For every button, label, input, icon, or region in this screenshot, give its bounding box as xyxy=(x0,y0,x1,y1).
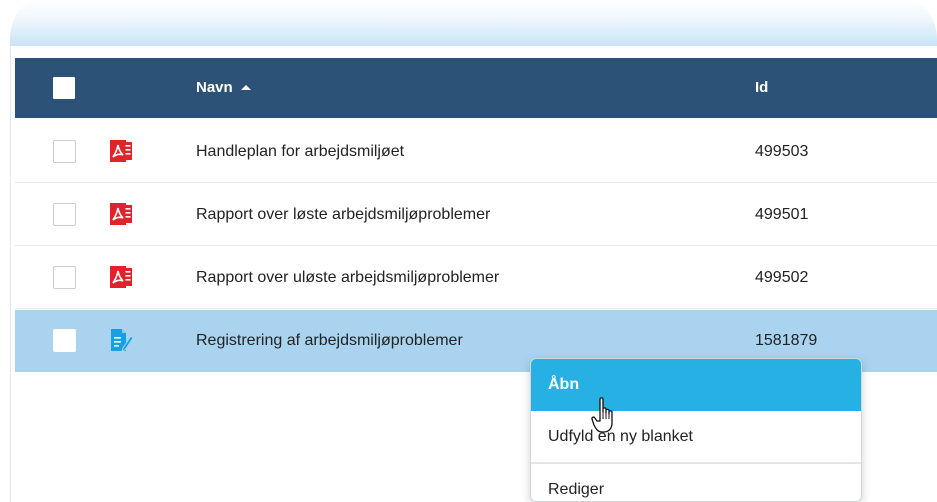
row-checkbox[interactable] xyxy=(53,203,76,226)
document-id: 1581879 xyxy=(755,332,818,349)
document-id: 499502 xyxy=(755,269,809,286)
pdf-file-icon xyxy=(110,266,132,288)
table-row[interactable]: Rapport over løste arbejdsmiljøproblemer… xyxy=(15,184,937,246)
menu-item-fill-new-form[interactable]: Udfyld en ny blanket xyxy=(531,411,861,463)
form-edit-icon xyxy=(111,329,133,352)
column-header-name[interactable]: Navn xyxy=(196,79,233,96)
row-checkbox[interactable] xyxy=(53,266,76,289)
row-checkbox[interactable] xyxy=(53,329,76,352)
pdf-file-icon xyxy=(110,203,132,225)
document-name[interactable]: Rapport over uløste arbejdsmiljøprobleme… xyxy=(196,269,499,287)
pdf-file-icon xyxy=(110,140,132,162)
table-row[interactable]: Rapport over uløste arbejdsmiljøprobleme… xyxy=(15,247,937,309)
select-all-checkbox[interactable] xyxy=(53,77,75,99)
hand-pointer-cursor-icon xyxy=(591,397,613,433)
document-name[interactable]: Handleplan for arbejdsmiljøet xyxy=(196,143,404,161)
document-id: 499503 xyxy=(755,143,809,160)
context-menu: Åbn Udfyld en ny blanket Rediger xyxy=(530,358,862,502)
table-row[interactable]: Handleplan for arbejdsmiljøet 499503 xyxy=(15,121,937,183)
table-header: Navn Id xyxy=(15,58,937,118)
document-id: 499501 xyxy=(755,206,809,223)
document-name[interactable]: Rapport over løste arbejdsmiljøproblemer xyxy=(196,206,490,224)
sort-ascending-icon[interactable] xyxy=(241,85,251,90)
menu-item-edit[interactable]: Rediger xyxy=(531,463,861,501)
menu-item-open[interactable]: Åbn xyxy=(531,359,861,411)
document-name[interactable]: Registrering af arbejdsmiljøproblemer xyxy=(196,332,463,350)
row-checkbox[interactable] xyxy=(53,140,76,163)
column-header-id[interactable]: Id xyxy=(755,79,768,96)
